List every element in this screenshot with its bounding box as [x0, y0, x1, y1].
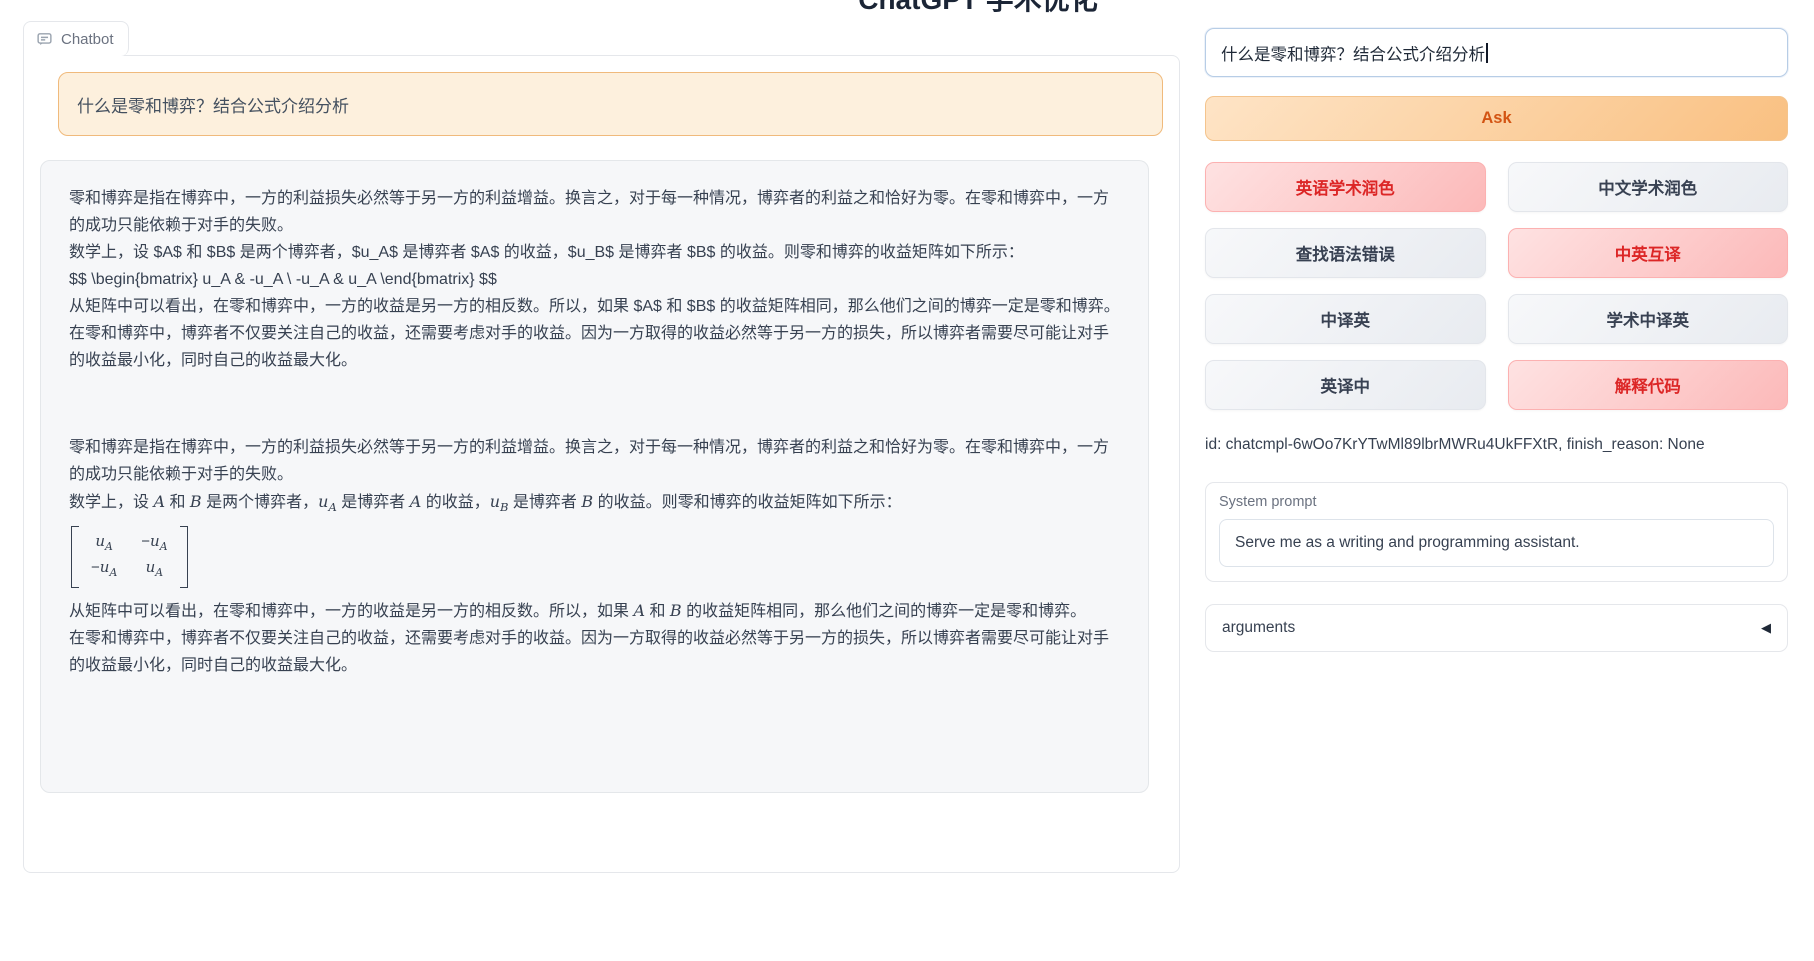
- system-prompt-input[interactable]: Serve me as a writing and programming as…: [1219, 519, 1774, 567]
- arguments-accordion-label: arguments: [1222, 619, 1295, 637]
- quick-button-1[interactable]: 英语学术润色: [1205, 162, 1486, 212]
- quick-button-8[interactable]: 解释代码: [1508, 360, 1789, 410]
- bot-message-paragraph: 零和博弈是指在博弈中，一方的利益损失必然等于另一方的利益增益。换言之，对于每一种…: [69, 434, 1120, 488]
- chatbot-card: 什么是零和博弈？结合公式介绍分析 零和博弈是指在博弈中，一方的利益损失必然等于另…: [23, 55, 1180, 873]
- quick-button-4[interactable]: 中英互译: [1508, 228, 1789, 278]
- question-input-value: 什么是零和博弈？结合公式介绍分析: [1221, 41, 1485, 65]
- bot-message-paragraph: 在零和博弈中，博弈者不仅要关注自己的收益，还需要考虑对手的收益。因为一方取得的收…: [69, 625, 1120, 679]
- arguments-accordion[interactable]: arguments ◀: [1205, 604, 1788, 652]
- quick-button-5[interactable]: 中译英: [1205, 294, 1486, 344]
- system-prompt-card: System prompt Serve me as a writing and …: [1205, 482, 1788, 582]
- payoff-matrix: uA−uA−uAuA: [69, 521, 1120, 597]
- quick-button-6[interactable]: 学术中译英: [1508, 294, 1789, 344]
- chatbot-panel-label-text: Chatbot: [61, 31, 114, 48]
- bot-message-content: 零和博弈是指在博弈中，一方的利益损失必然等于另一方的利益增益。换言之，对于每一种…: [69, 185, 1120, 679]
- user-message-text: 什么是零和博弈？结合公式介绍分析: [77, 92, 349, 117]
- bot-message: 零和博弈是指在博弈中，一方的利益损失必然等于另一方的利益增益。换言之，对于每一种…: [40, 160, 1149, 793]
- question-input[interactable]: 什么是零和博弈？结合公式介绍分析: [1205, 28, 1788, 77]
- user-message: 什么是零和博弈？结合公式介绍分析: [58, 72, 1163, 136]
- ask-button[interactable]: Ask: [1205, 96, 1788, 141]
- system-prompt-label: System prompt: [1219, 494, 1774, 510]
- message-spacer: [69, 374, 1120, 434]
- bot-message-paragraph: 数学上，设 $A$ 和 $B$ 是两个博弈者，$u_A$ 是博弈者 $A$ 的收…: [69, 239, 1120, 266]
- chat-bubble-icon: [36, 31, 53, 48]
- bot-message-paragraph: 零和博弈是指在博弈中，一方的利益损失必然等于另一方的利益增益。换言之，对于每一种…: [69, 185, 1120, 239]
- text-cursor: [1486, 43, 1488, 63]
- app-root: ChatGPT 学术优化 Chatbot 什么是零和博弈？结合公式介绍分析 零和…: [0, 0, 1814, 961]
- collapse-arrow-icon: ◀: [1761, 620, 1771, 636]
- bot-message-paragraph: $$ \begin{bmatrix} u_A & -u_A \ -u_A & u…: [69, 266, 1120, 293]
- quick-button-2[interactable]: 中文学术润色: [1508, 162, 1789, 212]
- page-title: ChatGPT 学术优化: [858, 0, 1098, 18]
- quick-buttons-grid: 英语学术润色中文学术润色查找语法错误中英互译中译英学术中译英英译中解释代码: [1205, 162, 1788, 410]
- chatbot-panel-label: Chatbot: [23, 21, 129, 56]
- bot-message-paragraph: 从矩阵中可以看出，在零和博弈中，一方的收益是另一方的相反数。所以，如果 $A$ …: [69, 293, 1120, 320]
- bot-message-paragraph: 在零和博弈中，博弈者不仅要关注自己的收益，还需要考虑对手的收益。因为一方取得的收…: [69, 320, 1120, 374]
- bot-message-paragraph: 从矩阵中可以看出，在零和博弈中，一方的收益是另一方的相反数。所以，如果 A 和 …: [69, 597, 1120, 625]
- bot-message-paragraph: 数学上，设 A 和 B 是两个博弈者，uA 是博弈者 A 的收益，uB 是博弈者…: [69, 488, 1120, 521]
- quick-button-3[interactable]: 查找语法错误: [1205, 228, 1486, 278]
- system-prompt-value: Serve me as a writing and programming as…: [1235, 534, 1580, 552]
- status-line: id: chatcmpl-6wOo7KrYTwMl89lbrMWRu4UkFFX…: [1205, 436, 1788, 454]
- quick-button-7[interactable]: 英译中: [1205, 360, 1486, 410]
